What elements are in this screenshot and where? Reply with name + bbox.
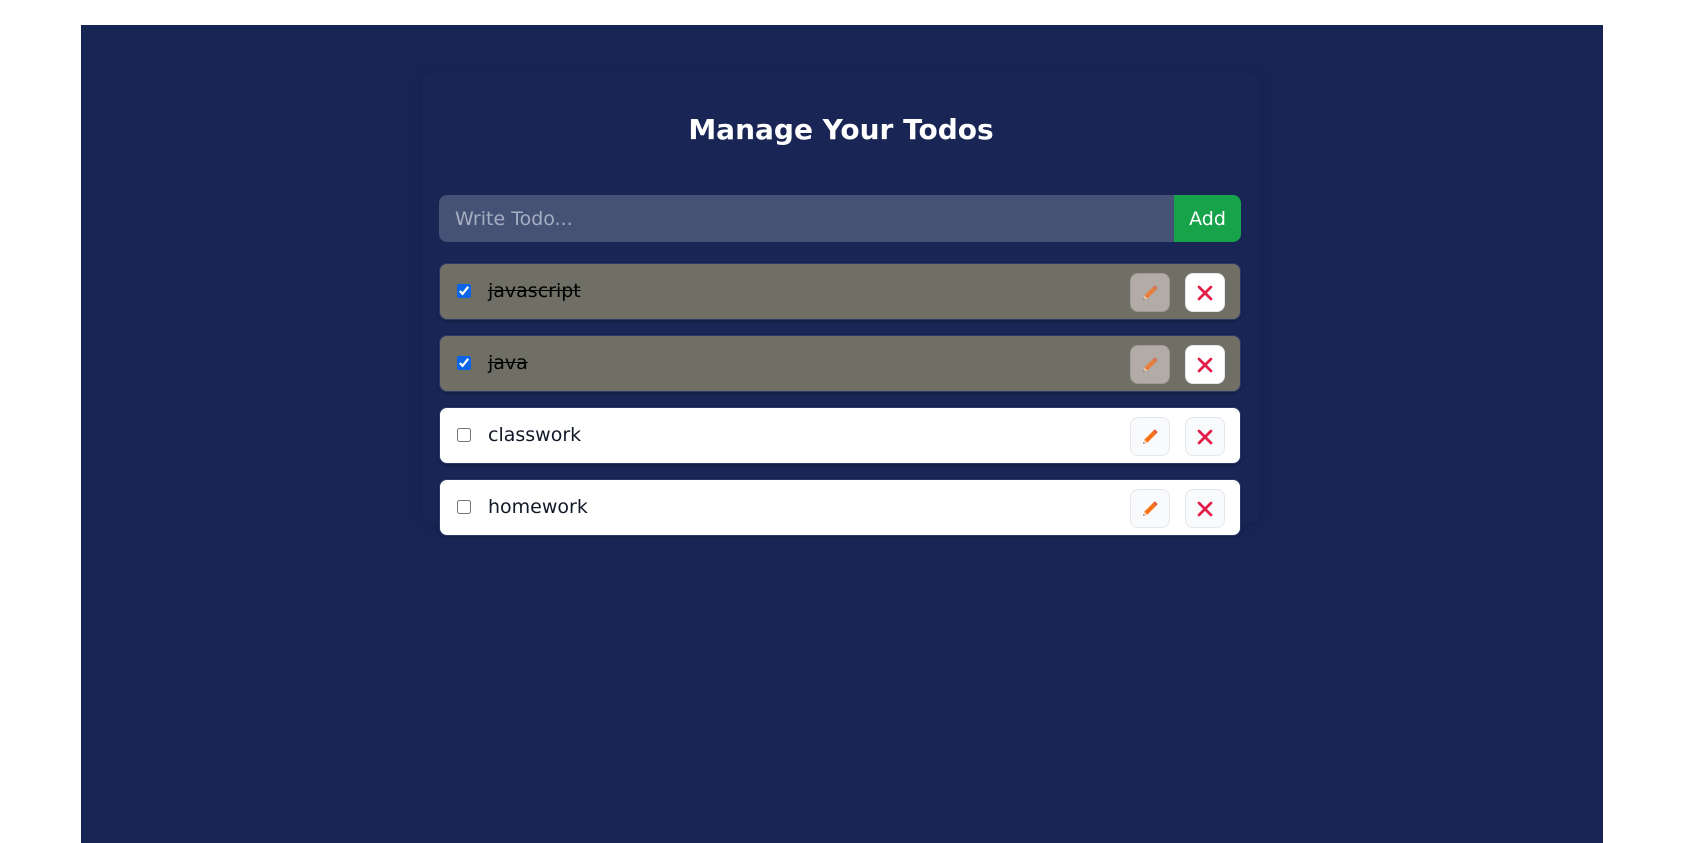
todo-checkbox[interactable]: [457, 500, 471, 514]
todo-text: homework: [488, 496, 588, 518]
delete-button[interactable]: [1185, 345, 1225, 384]
todo-checkbox[interactable]: [457, 428, 471, 442]
edit-button[interactable]: [1130, 417, 1170, 456]
todo-input[interactable]: [439, 195, 1174, 242]
todo-text: classwork: [488, 424, 582, 446]
todo-item: homework: [439, 479, 1241, 536]
close-icon: [1197, 501, 1213, 516]
delete-button[interactable]: [1185, 417, 1225, 456]
delete-button[interactable]: [1185, 273, 1225, 312]
todo-checkbox[interactable]: [457, 356, 471, 370]
page-title: Manage Your Todos: [688, 113, 994, 146]
close-icon: [1197, 285, 1213, 300]
add-todo-form: Add: [439, 195, 1241, 242]
edit-button[interactable]: [1130, 489, 1170, 528]
edit-button[interactable]: [1130, 273, 1170, 312]
close-icon: [1197, 429, 1213, 444]
pencil-icon: [1143, 285, 1158, 300]
todo-text: java: [488, 352, 528, 374]
todo-text: javascript: [488, 280, 581, 302]
close-icon: [1197, 357, 1213, 372]
pencil-icon: [1143, 501, 1158, 516]
pencil-icon: [1143, 429, 1158, 444]
todo-item: classwork: [439, 407, 1241, 464]
todo-item: javascript: [439, 263, 1241, 320]
todo-list: javascript java classwork homework: [439, 263, 1241, 551]
app-container: Manage Your Todos Add javascript: [81, 25, 1603, 843]
delete-button[interactable]: [1185, 489, 1225, 528]
todo-item: java: [439, 335, 1241, 392]
pencil-icon: [1143, 357, 1158, 372]
todo-checkbox[interactable]: [457, 284, 471, 298]
todo-card: Manage Your Todos Add javascript: [422, 73, 1260, 536]
edit-button[interactable]: [1130, 345, 1170, 384]
add-button[interactable]: Add: [1174, 195, 1241, 242]
